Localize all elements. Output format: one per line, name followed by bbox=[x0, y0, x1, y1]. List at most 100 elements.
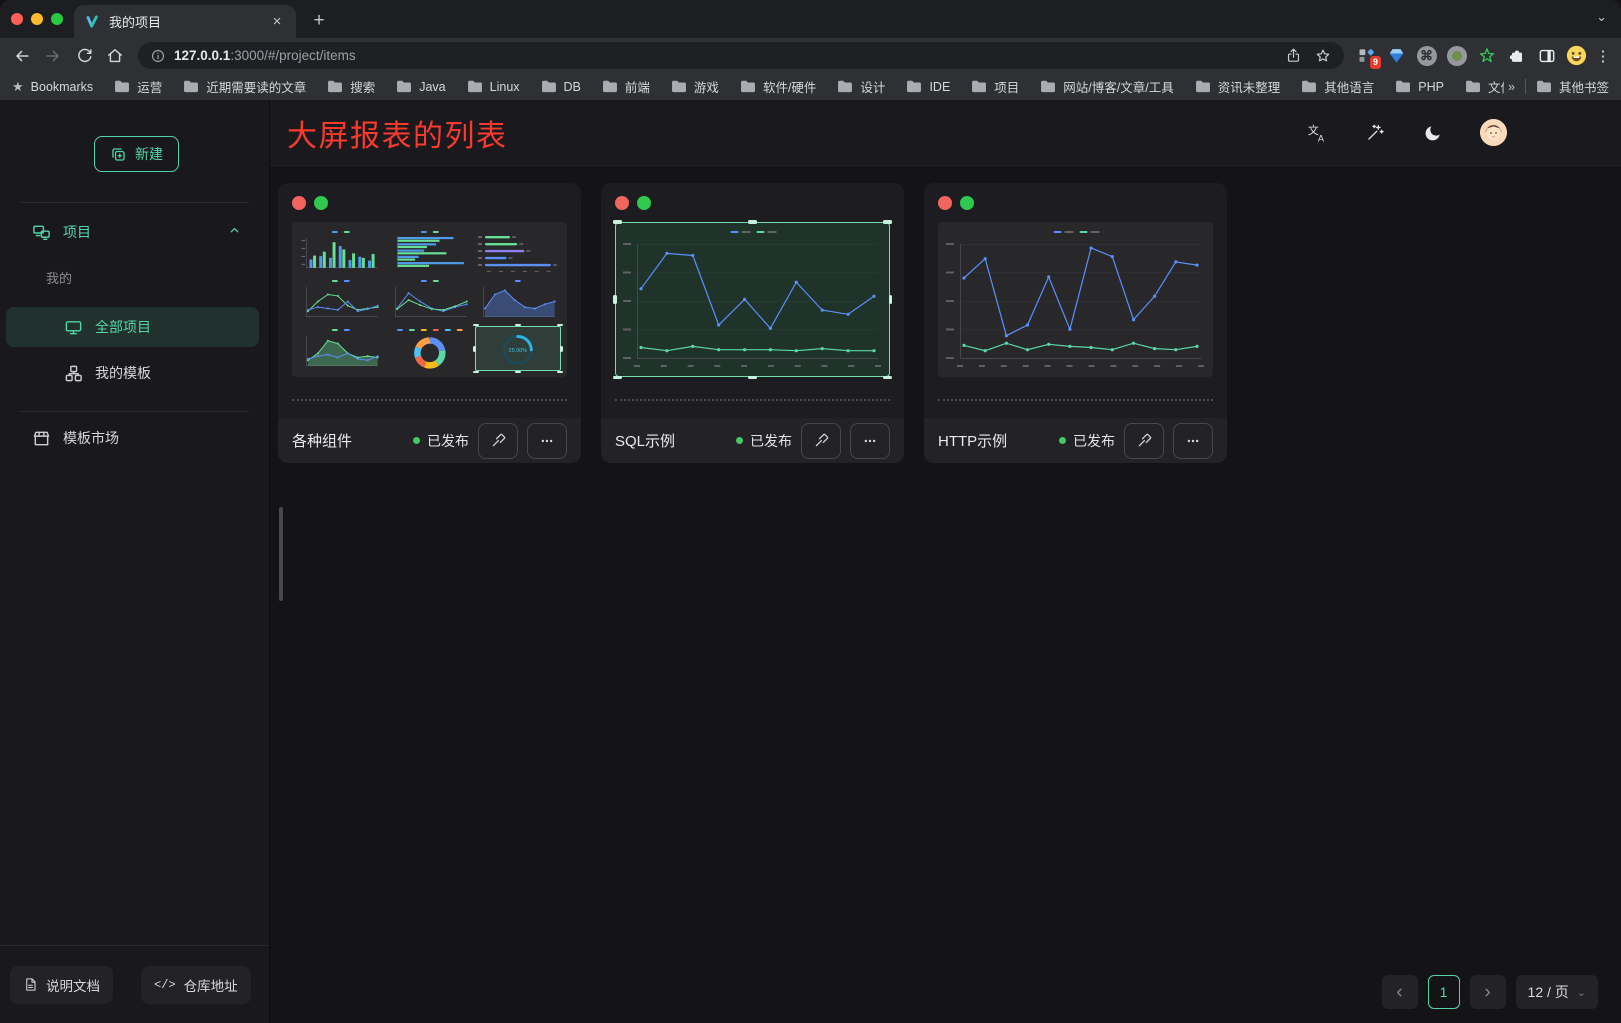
tab-close-icon[interactable]: × bbox=[268, 13, 286, 31]
blocks-extension-icon[interactable]: 9 bbox=[1353, 42, 1380, 69]
tab-search-icon[interactable]: ⌄ bbox=[1596, 9, 1607, 25]
bookmark-folder[interactable]: 资讯未整理 bbox=[1195, 77, 1281, 96]
pagination-prev-button[interactable] bbox=[1382, 975, 1418, 1009]
selection-handle[interactable] bbox=[515, 371, 521, 374]
other-bookmarks-folder[interactable]: 其他书签 bbox=[1536, 77, 1609, 96]
pagination-current-page[interactable]: 1 bbox=[1428, 975, 1460, 1009]
bookmark-folder[interactable]: DB bbox=[541, 80, 581, 94]
bookmark-folder[interactable]: 网站/博客/文章/工具 bbox=[1040, 77, 1173, 96]
my-templates-label: 我的模板 bbox=[95, 363, 151, 383]
selection-handle[interactable] bbox=[473, 346, 476, 352]
bookmark-folder[interactable]: 搜索 bbox=[327, 77, 375, 96]
project-preview[interactable]: 25.00% bbox=[292, 222, 567, 377]
profile-avatar-emoji[interactable] bbox=[1563, 42, 1590, 69]
hammer-icon bbox=[1135, 431, 1154, 450]
project-name: 各种组件 bbox=[292, 430, 352, 451]
selection-handle[interactable] bbox=[557, 324, 563, 327]
selection-handle[interactable] bbox=[613, 295, 617, 304]
folder-icon bbox=[837, 80, 853, 93]
sidebar-footer: 说明文档 </> 仓库地址 bbox=[0, 945, 269, 1023]
forward-button[interactable] bbox=[39, 42, 67, 70]
docs-button[interactable]: 说明文档 bbox=[10, 966, 113, 1004]
home-button[interactable] bbox=[101, 42, 129, 70]
all-projects-label: 全部项目 bbox=[95, 317, 151, 337]
selection-handle[interactable] bbox=[557, 371, 563, 374]
more-button[interactable] bbox=[527, 423, 567, 459]
reload-button[interactable] bbox=[70, 42, 98, 70]
minimize-window-button[interactable] bbox=[31, 13, 43, 25]
bookmark-folder[interactable]: 文件服务器 bbox=[1465, 77, 1504, 96]
moon-icon[interactable] bbox=[1423, 123, 1443, 143]
record-extension-icon[interactable] bbox=[1443, 42, 1470, 69]
hammer-icon bbox=[489, 431, 508, 450]
project-preview[interactable] bbox=[615, 222, 890, 377]
bookmark-folder[interactable]: 设计 bbox=[837, 77, 885, 96]
bookmark-folder[interactable]: 近期需要读的文章 bbox=[183, 77, 306, 96]
bookmark-folder[interactable]: 运营 bbox=[114, 77, 162, 96]
selection-handle[interactable] bbox=[473, 324, 479, 327]
bookmark-folder[interactable]: PHP bbox=[1395, 80, 1444, 94]
bookmark-folder[interactable]: 软件/硬件 bbox=[740, 77, 816, 96]
sidebar-section-projects[interactable]: 项目 bbox=[32, 222, 241, 242]
more-button[interactable] bbox=[850, 423, 890, 459]
selection-handle[interactable] bbox=[613, 376, 622, 380]
share-icon[interactable] bbox=[1285, 47, 1302, 64]
command-extension-icon[interactable]: ⌘ bbox=[1413, 42, 1440, 69]
bookmarks-root[interactable]: ★Bookmarks bbox=[12, 79, 93, 95]
new-tab-button[interactable]: + bbox=[306, 8, 332, 34]
pagination-next-button[interactable] bbox=[1470, 975, 1506, 1009]
user-avatar[interactable] bbox=[1480, 119, 1507, 146]
edit-button[interactable] bbox=[478, 423, 518, 459]
publish-status-label: 已发布 bbox=[1073, 431, 1115, 451]
selection-handle[interactable] bbox=[889, 295, 893, 304]
sidebar-item-all-projects[interactable]: 全部项目 bbox=[6, 307, 259, 347]
page-size-select[interactable]: 12 / 页 ⌄ bbox=[1516, 975, 1598, 1009]
chevron-up-icon[interactable] bbox=[228, 224, 241, 240]
url-text[interactable]: 127.0.0.1:3000/#/project/items bbox=[174, 48, 1277, 63]
back-button[interactable] bbox=[8, 42, 36, 70]
other-bookmarks-label: 其他书签 bbox=[1559, 77, 1609, 96]
close-window-button[interactable] bbox=[11, 13, 23, 25]
new-project-button[interactable]: 新建 bbox=[94, 136, 179, 172]
bookmark-folder[interactable]: IDE bbox=[906, 80, 950, 94]
folder-icon bbox=[1395, 80, 1411, 93]
zoom-window-button[interactable] bbox=[51, 13, 63, 25]
bookmark-star-icon[interactable] bbox=[1314, 47, 1332, 65]
edit-button[interactable] bbox=[801, 423, 841, 459]
selection-handle[interactable] bbox=[515, 324, 521, 327]
bookmark-folder[interactable]: 前端 bbox=[602, 77, 650, 96]
selection-handle[interactable] bbox=[560, 346, 563, 352]
translate-icon[interactable]: 文A bbox=[1306, 122, 1328, 144]
selection-handle[interactable] bbox=[473, 371, 479, 374]
sidebar-item-template-market[interactable]: 模板市场 bbox=[32, 428, 241, 448]
side-panel-icon[interactable] bbox=[1533, 42, 1560, 69]
bookmark-folder[interactable]: 游戏 bbox=[671, 77, 719, 96]
gem-extension-icon[interactable] bbox=[1383, 42, 1410, 69]
project-preview[interactable] bbox=[938, 222, 1213, 377]
selection-handle[interactable] bbox=[883, 376, 892, 380]
folder-icon bbox=[1195, 80, 1211, 93]
bookmarks-overflow-icon[interactable]: » bbox=[1508, 80, 1515, 94]
bookmark-folder[interactable]: 项目 bbox=[971, 77, 1019, 96]
browser-menu-icon[interactable]: ⋮ bbox=[1593, 42, 1613, 69]
address-bar[interactable]: 127.0.0.1:3000/#/project/items bbox=[138, 42, 1344, 69]
browser-tab[interactable]: 我的项目 × bbox=[74, 5, 296, 38]
selection-handle[interactable] bbox=[613, 220, 622, 224]
bookmark-folder[interactable]: Java bbox=[396, 80, 445, 94]
magic-wand-icon[interactable] bbox=[1365, 122, 1386, 143]
selection-handle[interactable] bbox=[748, 220, 757, 224]
edit-button[interactable] bbox=[1124, 423, 1164, 459]
extensions-puzzle-icon[interactable] bbox=[1503, 42, 1530, 69]
sidebar-item-my-templates[interactable]: 我的模板 bbox=[6, 353, 259, 393]
bookmark-folder[interactable]: Linux bbox=[467, 80, 520, 94]
scrollbar-thumb[interactable] bbox=[279, 507, 283, 601]
repo-button[interactable]: </> 仓库地址 bbox=[141, 966, 251, 1004]
bookmark-folder[interactable]: 其他语言 bbox=[1301, 77, 1374, 96]
selection-handle[interactable] bbox=[748, 376, 757, 380]
selection-handle[interactable] bbox=[883, 220, 892, 224]
star-extension-icon[interactable] bbox=[1473, 42, 1500, 69]
more-button[interactable] bbox=[1173, 423, 1213, 459]
site-info-icon[interactable] bbox=[150, 48, 166, 64]
folder-icon bbox=[740, 80, 756, 93]
project-card: HTTP示例已发布 bbox=[924, 183, 1227, 463]
